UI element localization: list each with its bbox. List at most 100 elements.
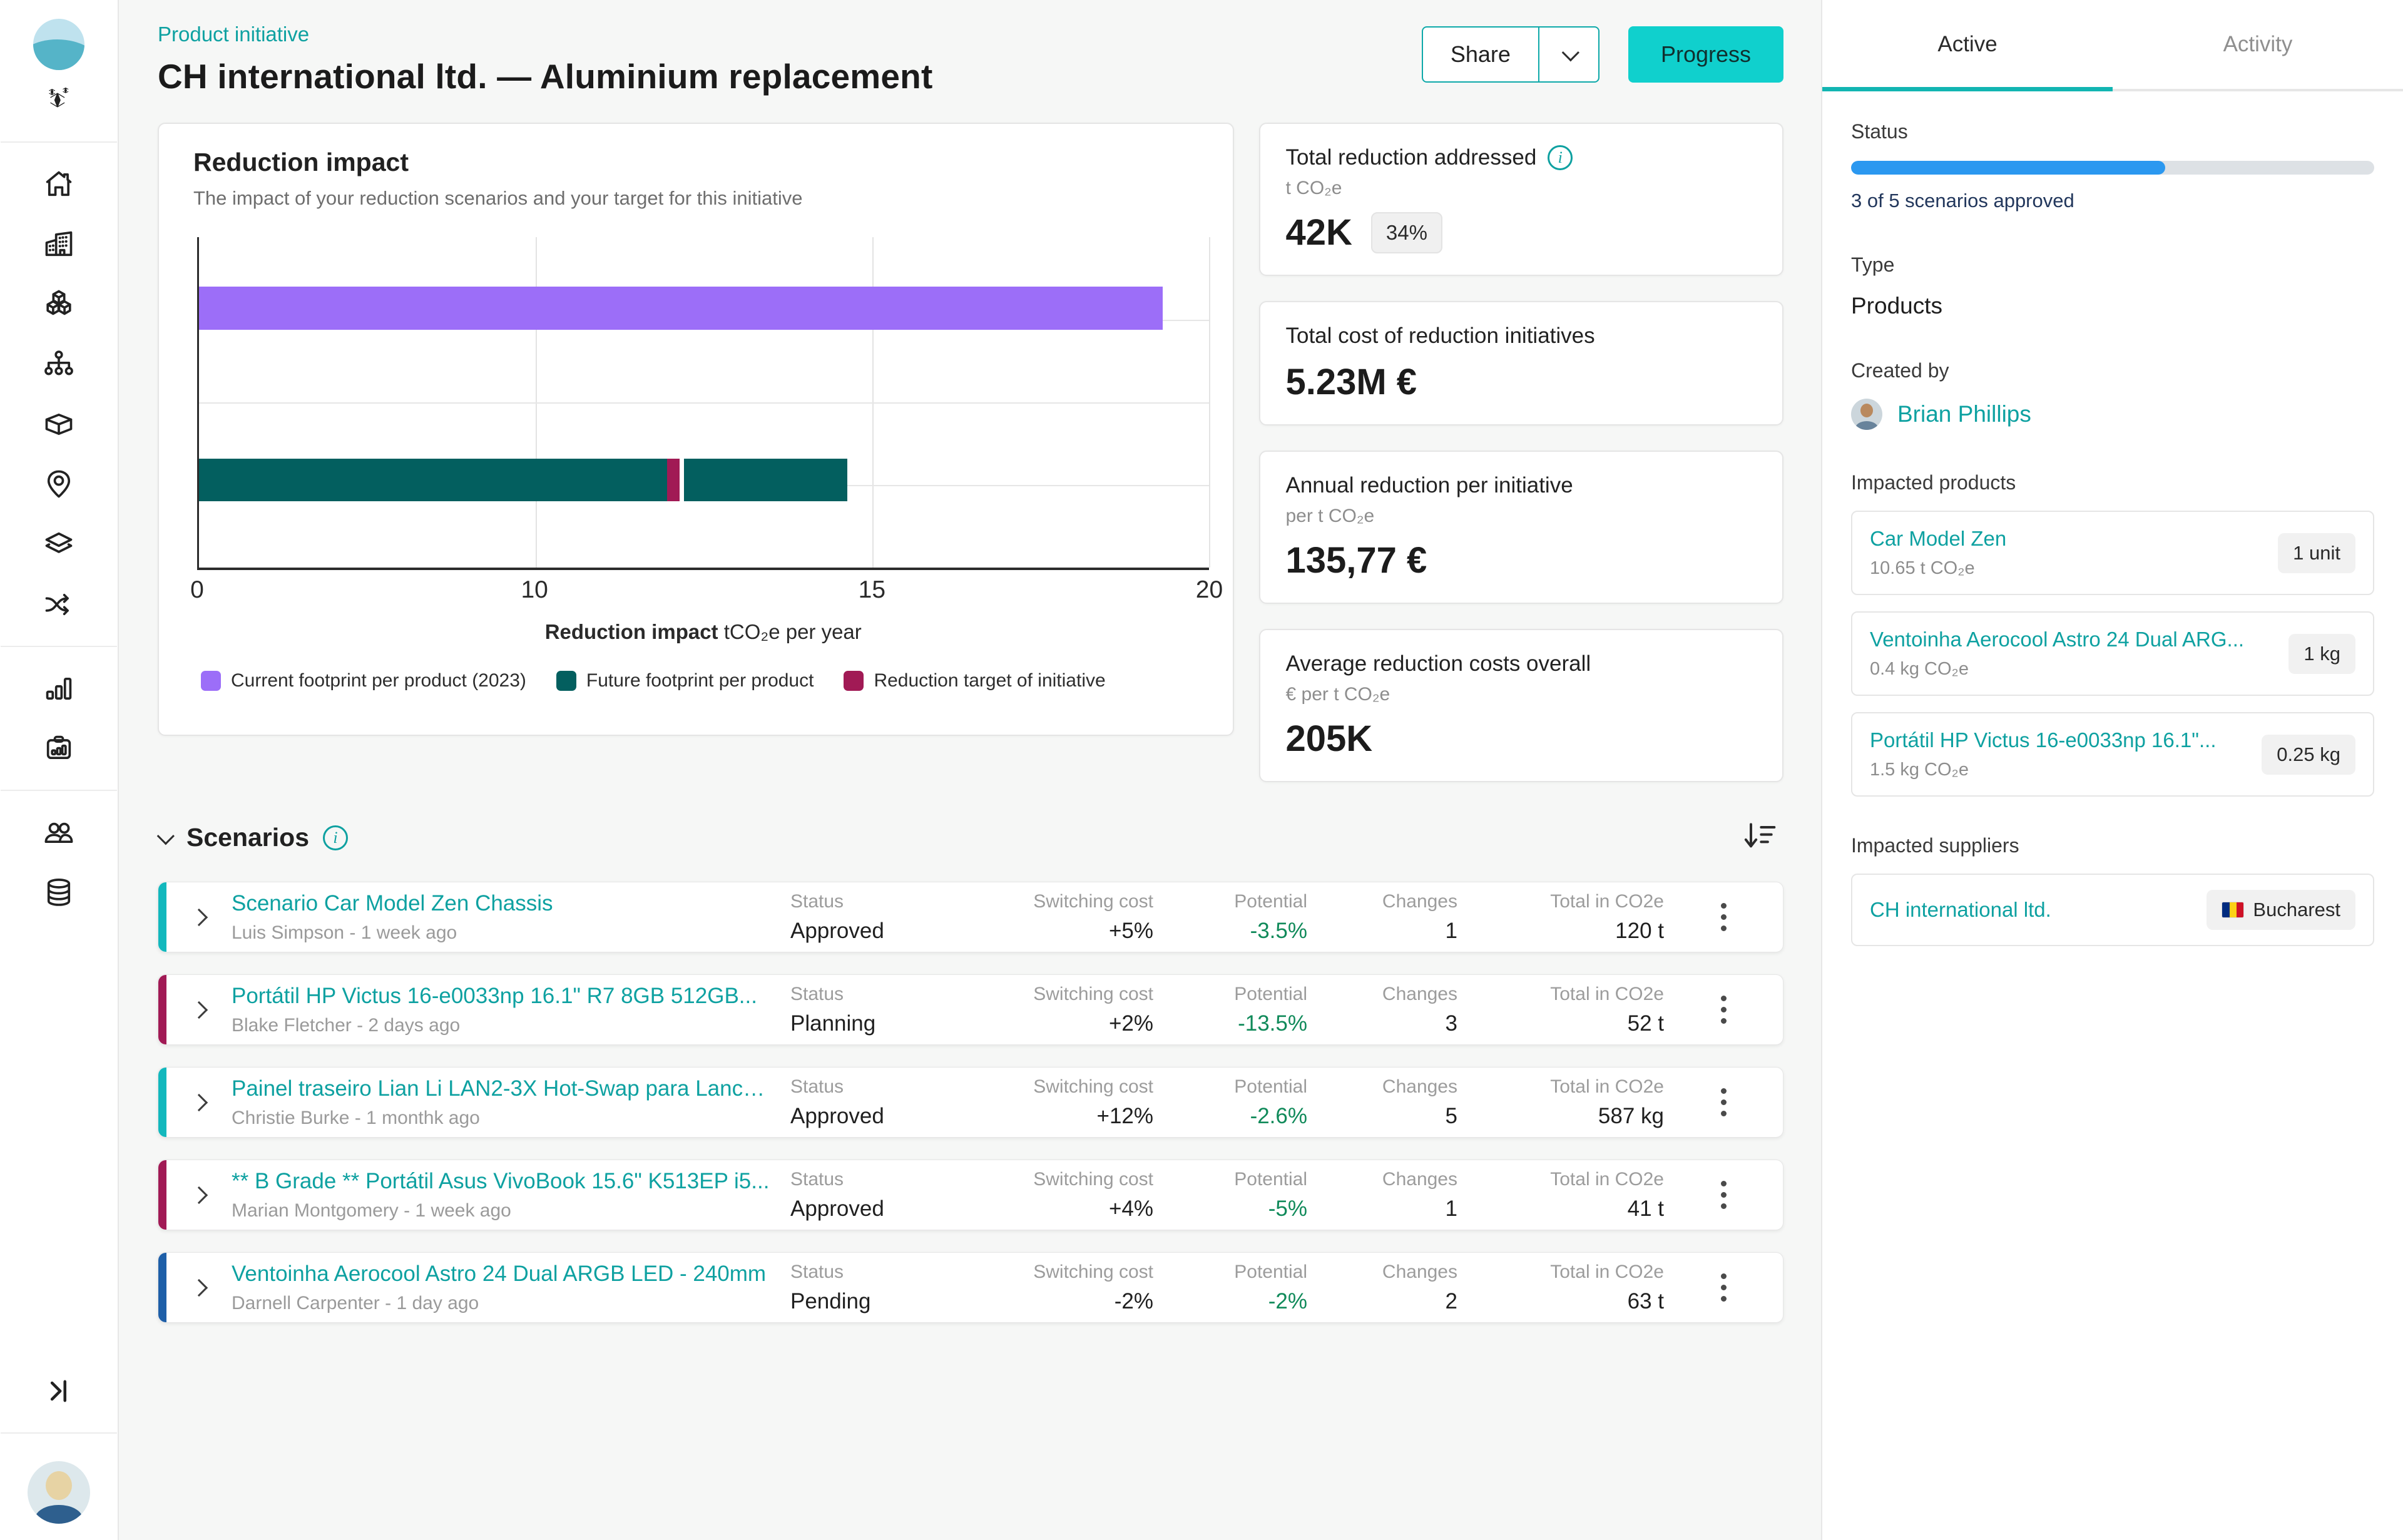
users-icon[interactable] <box>24 802 93 862</box>
impacted-product-card[interactable]: Car Model Zen 10.65 t CO₂e 1 unit <box>1851 511 2374 595</box>
package-icon[interactable] <box>24 394 93 454</box>
share-dropdown-toggle[interactable] <box>1538 28 1598 81</box>
scenario-row[interactable]: ** B Grade ** Portátil Asus VivoBook 15.… <box>158 1160 1783 1230</box>
kpi-title: Total reduction addressed <box>1285 145 1536 170</box>
map-pin-icon[interactable] <box>24 454 93 514</box>
reduction-target-marker[interactable] <box>667 459 684 502</box>
kebab-menu-icon[interactable] <box>1664 996 1783 1024</box>
sitemap-hierarchy-icon[interactable] <box>24 334 93 394</box>
shuffle-icon[interactable] <box>24 574 93 635</box>
tab-activity[interactable]: Activity <box>2113 0 2403 89</box>
kebab-menu-icon[interactable] <box>1664 1181 1783 1209</box>
scenario-row[interactable]: Ventoinha Aerocool Astro 24 Dual ARGB LE… <box>158 1252 1783 1323</box>
scenario-switching-cost: -2% <box>947 1289 1153 1314</box>
x-tick: 20 <box>1196 576 1223 604</box>
scenario-total-co2e: 41 t <box>1457 1196 1664 1221</box>
scenario-row[interactable]: Portátil HP Victus 16-e0033np 16.1" R7 8… <box>158 974 1783 1045</box>
chevron-right-icon <box>190 1278 207 1296</box>
col-label-changes: Changes <box>1307 891 1457 912</box>
row-accent-bar <box>158 882 166 952</box>
kebab-menu-icon[interactable] <box>1664 1088 1783 1116</box>
status-progress-fill <box>1851 161 2165 175</box>
scenario-title-link[interactable]: Painel traseiro Lian Li LAN2-3X Hot-Swap… <box>232 1076 772 1101</box>
scenario-row[interactable]: Painel traseiro Lian Li LAN2-3X Hot-Swap… <box>158 1067 1783 1138</box>
sparkles-ai-icon[interactable] <box>24 70 93 130</box>
kpi-percent-badge: 34% <box>1371 212 1442 253</box>
legend-swatch-target <box>844 671 864 691</box>
scenario-title-link[interactable]: Ventoinha Aerocool Astro 24 Dual ARGB LE… <box>232 1262 772 1287</box>
row-accent-bar <box>158 1253 166 1322</box>
col-label-potential: Potential <box>1153 1262 1307 1283</box>
info-icon[interactable]: i <box>323 825 348 850</box>
col-label-potential: Potential <box>1153 984 1307 1005</box>
progress-button[interactable]: Progress <box>1628 26 1783 83</box>
scenario-rows: Scenario Car Model Zen Chassis Luis Simps… <box>158 882 1783 1348</box>
layers-icon[interactable] <box>24 514 93 574</box>
expand-row-button[interactable] <box>166 1189 232 1201</box>
scenario-changes: 1 <box>1307 1196 1457 1221</box>
scenario-status: Approved <box>790 1196 947 1221</box>
scenario-byline: Christie Burke - 1 monthk ago <box>232 1108 772 1129</box>
impacted-product-card[interactable]: Portátil HP Victus 16-e0033np 16.1"... 1… <box>1851 712 2374 797</box>
scenario-changes: 5 <box>1307 1104 1457 1129</box>
impacted-supplier-card[interactable]: CH international ltd. Bucharest <box>1851 874 2374 946</box>
col-label-total-co2e: Total in CO2e <box>1457 1076 1664 1098</box>
scenario-row[interactable]: Scenario Car Model Zen Chassis Luis Simps… <box>158 882 1783 952</box>
scenario-title-link[interactable]: ** B Grade ** Portátil Asus VivoBook 15.… <box>232 1169 772 1194</box>
kebab-menu-icon[interactable] <box>1664 1273 1783 1302</box>
x-tick: 10 <box>521 576 548 604</box>
page-title: CH international ltd. — Aluminium replac… <box>158 56 933 96</box>
col-label-changes: Changes <box>1307 984 1457 1005</box>
scenario-title-link[interactable]: Portátil HP Victus 16-e0033np 16.1" R7 8… <box>232 984 772 1009</box>
scenario-total-co2e: 120 t <box>1457 919 1664 944</box>
status-progress-bar <box>1851 161 2374 175</box>
x-axis-ticks: 0 10 15 20 <box>197 576 1209 613</box>
product-quantity-badge: 1 unit <box>2278 533 2355 573</box>
col-label-potential: Potential <box>1153 1076 1307 1098</box>
chevron-right-icon <box>190 1186 207 1203</box>
col-label-total-co2e: Total in CO2e <box>1457 984 1664 1005</box>
expand-row-button[interactable] <box>166 1282 232 1294</box>
col-label-switching-cost: Switching cost <box>947 1262 1153 1283</box>
kebab-menu-icon[interactable] <box>1664 903 1783 931</box>
tab-active[interactable]: Active <box>1822 0 2113 89</box>
bar-chart-icon[interactable] <box>24 658 93 718</box>
scenario-changes: 2 <box>1307 1289 1457 1314</box>
chart-legend: Current footprint per product (2023) Fut… <box>201 670 1209 691</box>
legend-item: Reduction target of initiative <box>844 670 1105 691</box>
user-avatar[interactable] <box>28 1461 90 1524</box>
scenario-title-link[interactable]: Scenario Car Model Zen Chassis <box>232 891 772 916</box>
bar-current-footprint[interactable] <box>199 287 1163 330</box>
collapse-sidebar-icon[interactable] <box>24 1361 93 1421</box>
cubes-icon[interactable] <box>24 274 93 334</box>
database-icon[interactable] <box>24 862 93 922</box>
supplier-name-link[interactable]: CH international ltd. <box>1870 898 2051 922</box>
share-button[interactable]: Share <box>1423 28 1538 81</box>
breadcrumb[interactable]: Product initiative <box>158 23 933 46</box>
expand-row-button[interactable] <box>166 1096 232 1109</box>
scenario-status: Pending <box>790 1289 947 1314</box>
collapse-chevron-icon[interactable] <box>157 827 175 845</box>
scenario-byline: Luis Simpson - 1 week ago <box>232 922 772 944</box>
home-icon[interactable] <box>24 154 93 214</box>
scenario-potential: -13.5% <box>1153 1011 1307 1036</box>
sort-icon[interactable] <box>1742 818 1777 857</box>
expand-row-button[interactable] <box>166 911 232 924</box>
app-root: Product initiative CH international ltd.… <box>0 0 2403 1540</box>
product-name-link[interactable]: Portátil HP Victus 16-e0033np 16.1"... <box>1870 728 2217 752</box>
product-name-link[interactable]: Car Model Zen <box>1870 527 2006 551</box>
impacted-product-card[interactable]: Ventoinha Aerocool Astro 24 Dual ARG... … <box>1851 611 2374 696</box>
creator-name-link[interactable]: Brian Phillips <box>1897 401 2031 427</box>
app-logo[interactable] <box>33 19 84 70</box>
col-label-changes: Changes <box>1307 1076 1457 1098</box>
share-split-button[interactable]: Share <box>1422 26 1599 83</box>
info-icon[interactable]: i <box>1548 145 1573 170</box>
col-label-potential: Potential <box>1153 891 1307 912</box>
product-name-link[interactable]: Ventoinha Aerocool Astro 24 Dual ARG... <box>1870 628 2244 651</box>
report-presentation-icon[interactable] <box>24 718 93 778</box>
legend-item: Current footprint per product (2023) <box>201 670 526 691</box>
bar-future-footprint[interactable] <box>199 459 847 502</box>
company-buildings-icon[interactable] <box>24 214 93 274</box>
expand-row-button[interactable] <box>166 1004 232 1016</box>
scenario-potential: -2% <box>1153 1289 1307 1314</box>
